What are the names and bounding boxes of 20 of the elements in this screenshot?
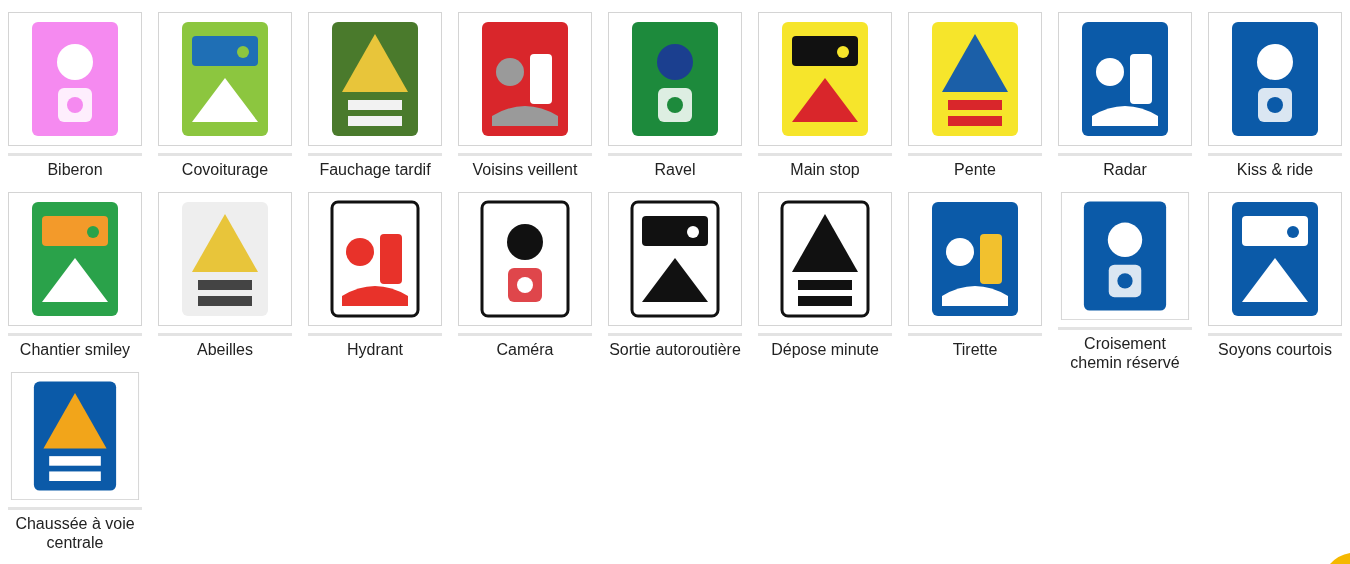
sign-caption: Ravel xyxy=(653,160,697,179)
sign-caption: Dépose minute xyxy=(770,340,880,359)
sign-caption: Biberon xyxy=(46,160,104,179)
sign-caption: Croisement chemin réservé xyxy=(1069,334,1181,372)
sign-caption: Fauchage tardif xyxy=(318,160,432,179)
sign-caption: Main stop xyxy=(789,160,861,179)
sign-caption: Caméra xyxy=(495,340,555,359)
sign-caption: Voisins veillent xyxy=(471,160,579,179)
arc-decoration xyxy=(1328,552,1350,564)
sign-caption: Radar xyxy=(1102,160,1148,179)
sign-caption: Chantier smiley xyxy=(18,340,132,359)
sign-caption: Abeilles xyxy=(196,340,254,359)
sign-caption: Tirette xyxy=(951,340,999,359)
sign-caption: Covoiturage xyxy=(180,160,270,179)
sign-caption: Kiss & ride xyxy=(1235,160,1315,179)
sign-caption: Hydrant xyxy=(346,340,404,359)
sign-caption: Chaussée à voie centrale xyxy=(14,514,136,552)
sign-caption: Soyons courtois xyxy=(1217,340,1333,359)
sign-caption: Pente xyxy=(953,160,997,179)
sign-caption: Sortie autoroutière xyxy=(608,340,742,359)
